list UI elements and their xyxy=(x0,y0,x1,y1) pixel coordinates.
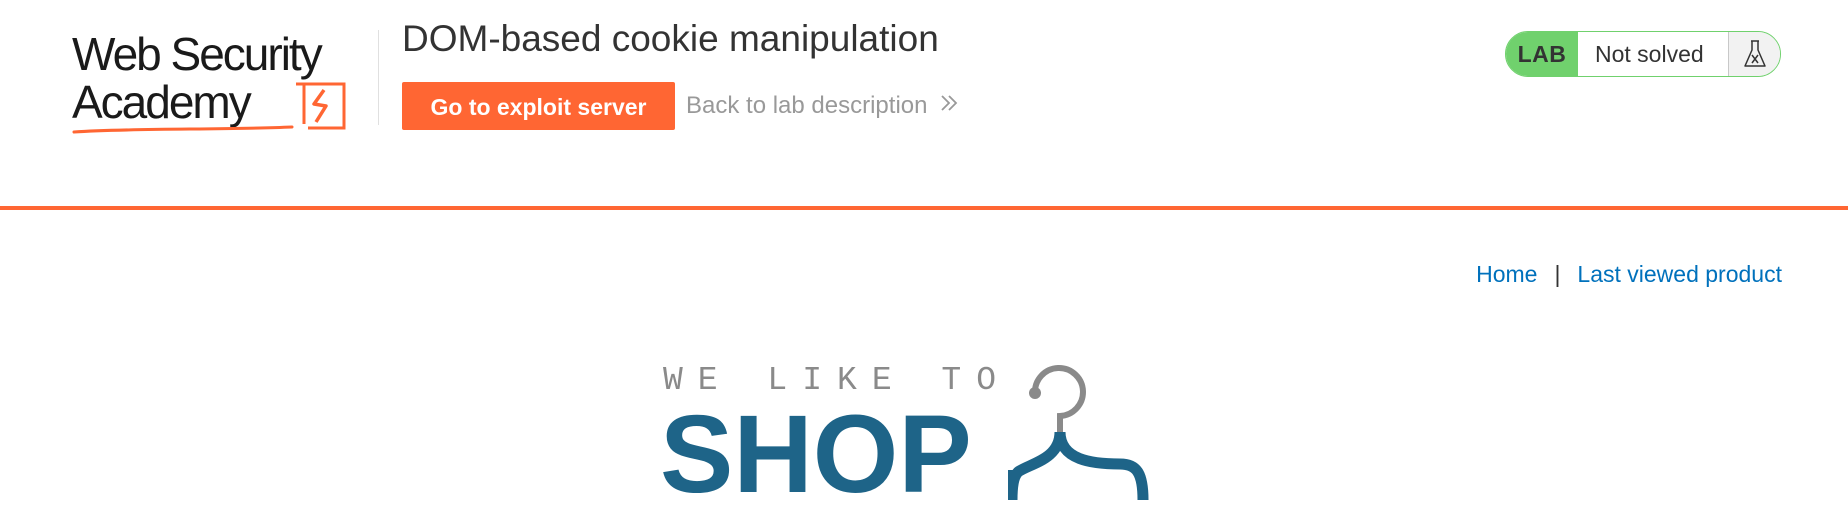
banner-headline: SHOP xyxy=(660,393,972,516)
shop-banner: WE LIKE TO SHOP xyxy=(660,362,1200,519)
back-link-label: Back to lab description xyxy=(686,92,928,119)
logo-text-line1: Web Security xyxy=(72,28,323,80)
last-viewed-product-link[interactable]: Last viewed product xyxy=(1577,261,1782,288)
academy-header: Web Security Academy DOM-based cookie ma… xyxy=(0,0,1848,210)
back-to-lab-description-link[interactable]: Back to lab description xyxy=(686,92,959,120)
header-divider xyxy=(378,30,379,125)
double-chevron-right-icon xyxy=(939,92,959,120)
lab-status-widget: LAB Not solved xyxy=(1505,31,1781,77)
logo-text-line2: Academy xyxy=(72,76,252,128)
lab-title: DOM-based cookie manipulation xyxy=(402,18,939,59)
hanger-icon xyxy=(1008,365,1149,501)
home-link[interactable]: Home xyxy=(1476,261,1537,288)
lab-badge: LAB xyxy=(1506,32,1578,76)
nav-separator: | xyxy=(1554,261,1561,287)
top-links: Home | Last viewed product xyxy=(1476,261,1782,288)
lab-status-text: Not solved xyxy=(1578,32,1729,76)
flask-icon xyxy=(1729,32,1780,76)
web-security-academy-logo[interactable]: Web Security Academy xyxy=(72,26,382,136)
logo-image: Web Security Academy xyxy=(72,28,346,134)
go-to-exploit-server-button[interactable]: Go to exploit server xyxy=(402,82,675,130)
